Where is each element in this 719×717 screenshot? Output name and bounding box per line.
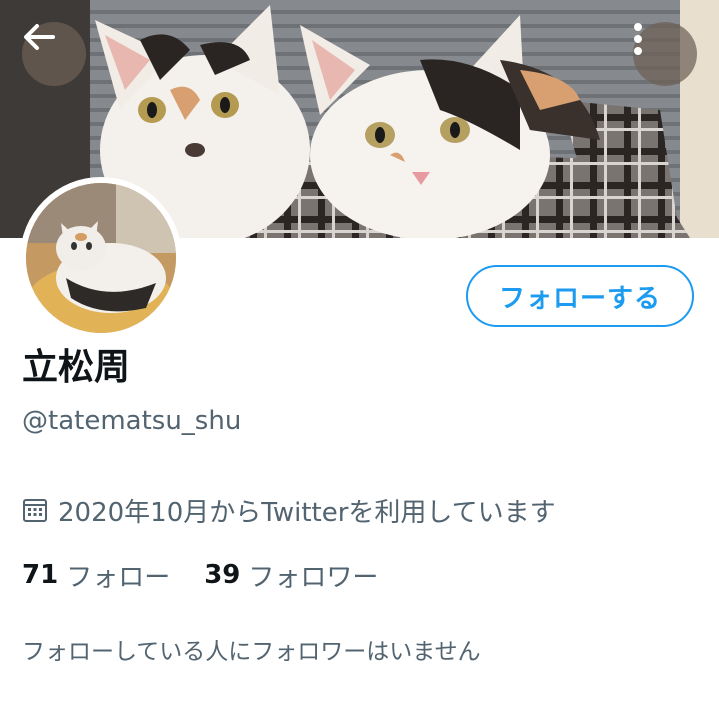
back-button[interactable] <box>22 22 86 86</box>
calendar-icon <box>22 497 48 523</box>
follow-stats: 71 フォロー 39 フォロワー <box>22 555 378 595</box>
followers-count: 39 <box>204 560 241 590</box>
profile-handle: @tatematsu_shu <box>22 406 242 436</box>
follow-button[interactable]: フォローする <box>466 265 694 327</box>
following-label: フォロー <box>66 562 171 593</box>
following-count: 71 <box>22 560 59 590</box>
followers-link[interactable]: 39 フォロワー <box>204 557 378 594</box>
profile-display-name: 立松周 <box>22 347 131 388</box>
following-link[interactable]: 71 フォロー <box>22 557 170 594</box>
mutual-followers-notice: フォローしている人にフォロワーはいません <box>22 639 481 665</box>
joined-date: 2020年10月からTwitterを利用しています <box>22 490 556 530</box>
avatar-cat-photo <box>26 183 176 333</box>
more-options-button[interactable] <box>633 22 697 86</box>
followers-label: フォロワー <box>248 562 379 593</box>
profile-avatar[interactable] <box>20 177 182 339</box>
joined-date-text: 2020年10月からTwitterを利用しています <box>58 497 556 528</box>
